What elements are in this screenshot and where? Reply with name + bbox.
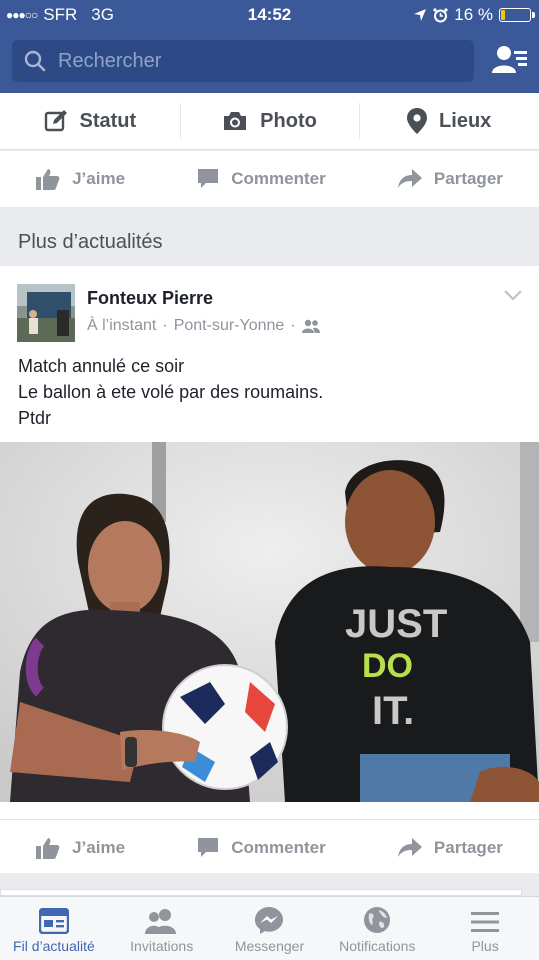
location-pin-icon	[407, 108, 428, 134]
share-button[interactable]: Partager	[397, 837, 503, 858]
like-label: J’aime	[72, 169, 126, 188]
meta-separator-2: ·	[290, 317, 296, 334]
people-list-icon	[492, 46, 527, 73]
photo-button[interactable]: Photo	[179, 93, 360, 149]
thumbs-up-icon	[36, 837, 60, 859]
more-stories-header: Plus d’actualités	[0, 208, 539, 266]
comment-label: Commenter	[231, 169, 326, 188]
friends-audience-icon	[301, 319, 320, 333]
battery-fill	[501, 10, 506, 20]
alarm-icon	[433, 7, 448, 22]
meta-separator: ·	[162, 317, 168, 334]
share-arrow-icon	[397, 837, 422, 857]
location-arrow-icon	[414, 9, 427, 21]
post-text: Match annulé ce soir Le ballon à ete vol…	[18, 353, 323, 431]
comment-icon	[198, 169, 219, 188]
tab-label: Invitations	[130, 938, 194, 954]
tab-news-feed[interactable]: Fil d’actualité	[0, 897, 108, 960]
shirt-text-it: IT.	[372, 689, 414, 733]
post-photo[interactable]: JUST DO IT.	[0, 442, 539, 802]
avatar[interactable]	[17, 284, 75, 342]
next-post-card	[0, 889, 522, 896]
post-meta: À l’instant · Pont-sur-Yonne ·	[87, 317, 320, 335]
battery-percent: 16 %	[454, 5, 493, 24]
tab-more[interactable]: Plus	[431, 897, 539, 960]
shirt-text-just: JUST	[345, 602, 447, 646]
share-label: Partager	[433, 837, 503, 857]
chevron-down-icon	[504, 290, 522, 301]
photo-label: Photo	[260, 109, 317, 132]
post-options-button[interactable]	[503, 288, 523, 306]
status-label: Statut	[79, 109, 137, 132]
comment-label: Commenter	[231, 837, 326, 857]
shirt-text-do: DO	[362, 647, 413, 685]
like-button[interactable]: J’aime	[36, 168, 125, 190]
places-button[interactable]: Lieux	[359, 93, 539, 149]
avatar-image	[17, 284, 75, 342]
post-actions: J’aime Commenter Partager	[0, 819, 539, 875]
feed-post: Fonteux Pierre À l’instant · Pont-sur-Yo…	[0, 266, 539, 875]
tab-messenger[interactable]: Messenger	[216, 897, 324, 960]
search-icon	[24, 50, 46, 72]
bottom-tab-bar: Fil d’actualité Invitations Messenger No…	[0, 896, 539, 960]
friend-list-button[interactable]	[491, 42, 529, 78]
tab-label: Fil d’actualité	[13, 938, 95, 954]
friends-icon	[144, 909, 176, 934]
post-text-line: Match annulé ce soir	[18, 356, 185, 376]
composer-bar: Statut Photo Lieux	[0, 93, 539, 150]
search-input[interactable]: Rechercher	[12, 40, 474, 82]
tab-label: Messenger	[234, 938, 305, 954]
messenger-icon	[255, 907, 284, 934]
menu-icon	[471, 912, 500, 932]
status-bar: ●●●○○ SFR 3G 14:52 16 %	[0, 0, 539, 30]
section-title: Plus d’actualités	[18, 231, 163, 253]
previous-post-actions: J’aime Commenter Partager	[0, 151, 539, 207]
post-author[interactable]: Fonteux Pierre	[87, 288, 213, 309]
places-label: Lieux	[439, 109, 492, 132]
post-text-line: Ptdr	[18, 408, 52, 428]
status-button[interactable]: Statut	[0, 93, 180, 149]
comment-button[interactable]: Commenter	[197, 837, 326, 859]
top-bar: ●●●○○ SFR 3G 14:52 16 % Rechercher	[0, 0, 539, 93]
like-label: J’aime	[72, 837, 126, 857]
battery-icon	[499, 8, 535, 22]
tab-notifications[interactable]: Notifications	[323, 897, 431, 960]
share-button[interactable]: Partager	[397, 169, 503, 189]
next-post-peek	[0, 873, 539, 896]
share-arrow-icon	[397, 169, 422, 188]
tab-label: Notifications	[339, 938, 416, 954]
post-location[interactable]: Pont-sur-Yonne	[174, 317, 285, 335]
globe-icon	[364, 907, 391, 933]
thumbs-up-icon	[36, 169, 60, 190]
camera-icon	[224, 112, 247, 130]
comment-icon	[198, 837, 219, 857]
post-time[interactable]: À l’instant	[87, 317, 156, 335]
search-placeholder: Rechercher	[58, 49, 162, 72]
like-button[interactable]: J’aime	[36, 837, 125, 859]
photo-image: JUST DO IT.	[0, 442, 539, 802]
news-feed-icon	[38, 908, 69, 934]
comment-button[interactable]: Commenter	[197, 168, 326, 190]
tab-invitations[interactable]: Invitations	[108, 897, 216, 960]
share-label: Partager	[433, 169, 503, 188]
post-text-line: Le ballon à ete volé par des roumains.	[18, 382, 324, 402]
edit-icon	[44, 110, 67, 132]
tab-label: Plus	[471, 938, 499, 954]
